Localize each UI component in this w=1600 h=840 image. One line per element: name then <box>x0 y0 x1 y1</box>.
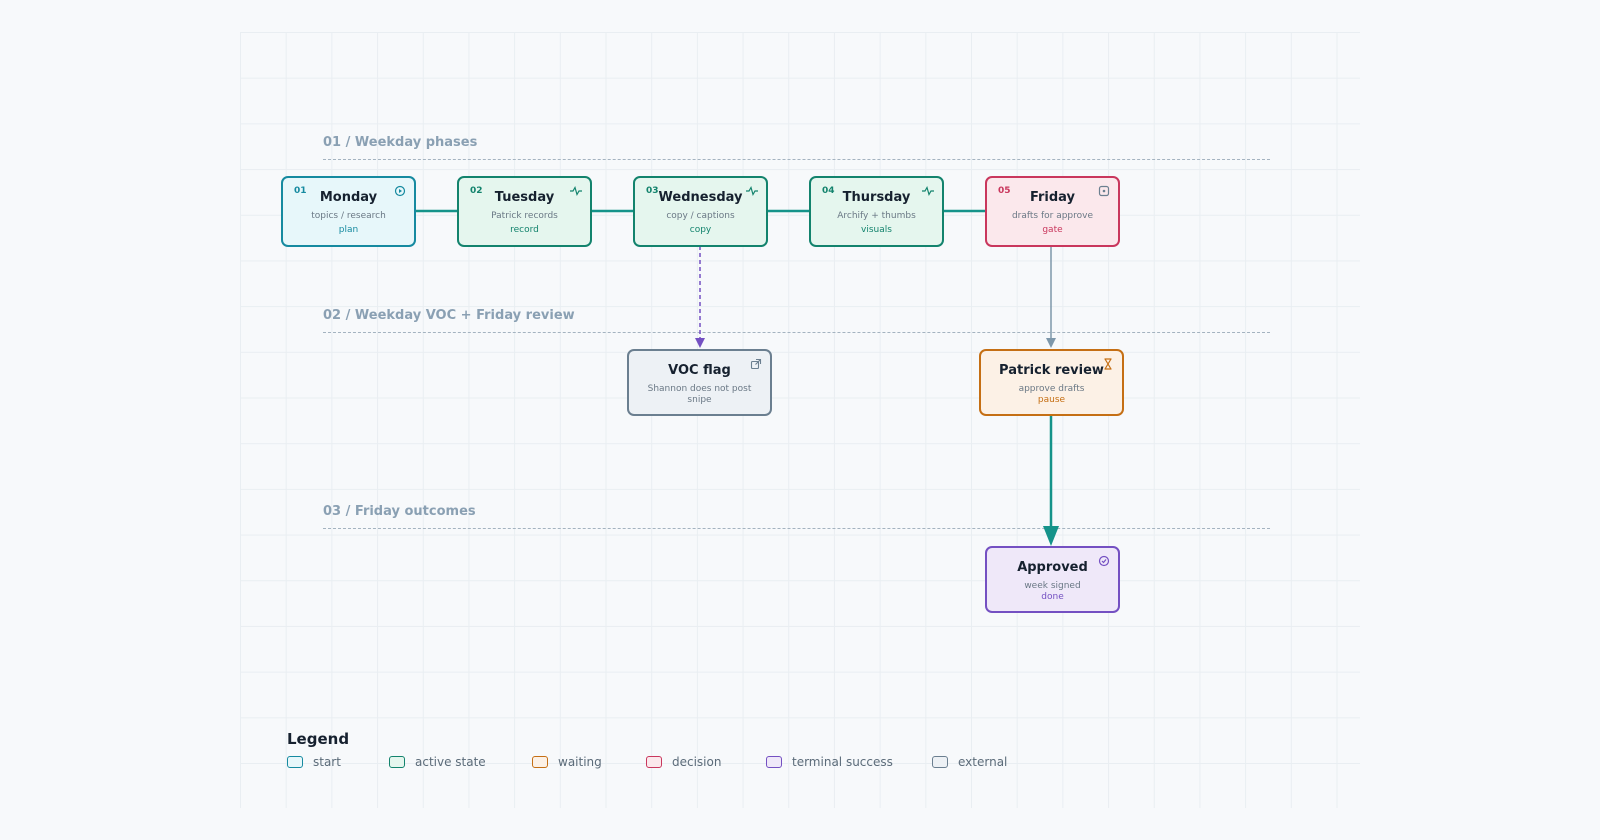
legend-swatch <box>532 756 548 768</box>
legend-label: decision <box>672 755 722 769</box>
node-subtitle: copy / captions <box>666 211 735 221</box>
node-subtitle: drafts for approve <box>1011 211 1094 221</box>
legend-label: waiting <box>558 755 602 769</box>
node-subtitle: Shannon does not post snipe <box>647 384 752 405</box>
node-tag: pause <box>1037 395 1066 405</box>
node-tuesday[interactable]: 02 Tuesday Patrick records record <box>457 176 592 247</box>
legend-swatch <box>766 756 782 768</box>
node-tag: copy <box>689 225 712 235</box>
node-patrick-review[interactable]: Patrick review approve drafts pause <box>979 349 1124 416</box>
pulse-icon <box>922 185 934 197</box>
legend-swatch <box>646 756 662 768</box>
legend-swatch <box>287 756 303 768</box>
legend-item-decision: decision <box>646 755 721 769</box>
node-subtitle: Archify + thumbs <box>837 211 916 221</box>
legend-label: terminal success <box>792 755 893 769</box>
node-tag: visuals <box>861 225 892 235</box>
pulse-icon <box>746 185 758 197</box>
connector-layer <box>415 209 1059 546</box>
legend-item-terminal-success: terminal success <box>766 755 893 769</box>
check-circle-icon <box>1098 555 1110 567</box>
pulse-icon <box>570 185 582 197</box>
legend-label: active state <box>415 755 486 769</box>
node-number: 01 <box>294 186 307 196</box>
edge-arrowhead <box>1043 526 1059 546</box>
node-number: 02 <box>470 186 483 196</box>
node-voc-flag[interactable]: VOC flag Shannon does not post snipe <box>627 349 772 416</box>
legend-item-start: start <box>287 755 341 769</box>
legend-label: external <box>958 755 1008 769</box>
legend-label: start <box>313 755 341 769</box>
node-thursday[interactable]: 04 Thursday Archify + thumbs visuals <box>809 176 944 247</box>
external-link-icon <box>750 358 762 370</box>
node-number: 04 <box>822 186 835 196</box>
legend-item-waiting: waiting <box>532 755 602 769</box>
legend-swatch <box>932 756 948 768</box>
node-number: 05 <box>998 186 1011 196</box>
node-number: 03 <box>646 186 659 196</box>
node-approved[interactable]: Approved week signed done <box>985 546 1120 613</box>
hourglass-icon <box>1104 358 1112 370</box>
square-dot-icon <box>1098 185 1110 197</box>
legend-item-external: external <box>932 755 1007 769</box>
node-wednesday[interactable]: 03 Wednesday copy / captions copy <box>633 176 768 247</box>
play-circle-icon <box>394 185 406 197</box>
node-friday[interactable]: 05 Friday drafts for approve gate <box>985 176 1120 247</box>
node-subtitle: Patrick records <box>491 211 558 221</box>
node-subtitle: week signed <box>1024 581 1081 591</box>
node-subtitle: approve drafts <box>1018 384 1085 394</box>
node-tag: done <box>1041 592 1064 602</box>
node-subtitle: topics / research <box>311 211 386 221</box>
node-tag: gate <box>1042 225 1063 235</box>
legend-title: Legend <box>287 730 350 748</box>
legend-item-active-state: active state <box>389 755 486 769</box>
node-tag: plan <box>338 225 359 235</box>
node-monday[interactable]: 01 Monday topics / research plan <box>281 176 416 247</box>
node-tag: record <box>510 225 539 235</box>
legend-swatch <box>389 756 405 768</box>
